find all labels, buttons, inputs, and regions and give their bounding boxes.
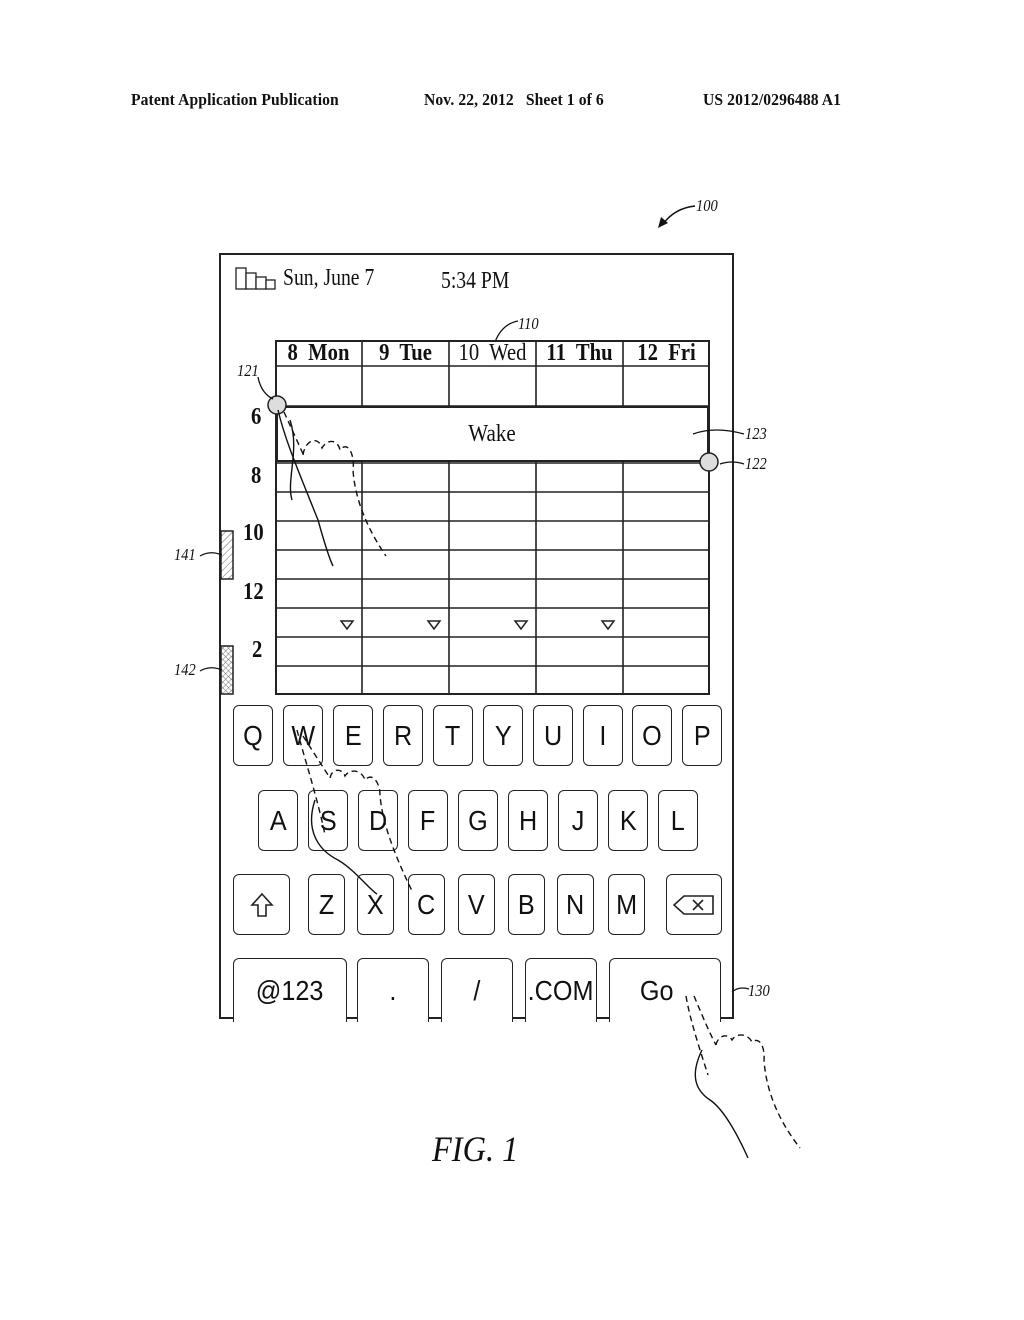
hour-label-10: 10 [243, 520, 264, 546]
key-d[interactable]: D [358, 790, 398, 851]
patent-number: US 2012/0296488 A1 [703, 90, 842, 109]
triangle-down-icon[interactable] [513, 619, 529, 631]
ref-label-110: 110 [518, 314, 539, 333]
key-a[interactable]: A [258, 790, 298, 851]
key-s[interactable]: S [308, 790, 348, 851]
hour-label-8: 8 [251, 463, 262, 489]
key-z[interactable]: Z [308, 874, 345, 935]
triangle-down-icon[interactable] [339, 619, 355, 631]
key-b[interactable]: B [508, 874, 545, 935]
key-n[interactable]: N [557, 874, 594, 935]
key-f[interactable]: F [408, 790, 448, 851]
day-header-tue[interactable]: 9 Tue [368, 340, 443, 367]
triangle-down-icon[interactable] [600, 619, 616, 631]
key-i[interactable]: I [583, 705, 623, 766]
shift-key[interactable] [233, 874, 290, 935]
backspace-icon [672, 894, 714, 915]
ref-leader-122 [719, 461, 745, 465]
calendar-gridlines [275, 340, 710, 695]
key-x[interactable]: X [357, 874, 394, 935]
ref-leader-123 [692, 429, 745, 435]
hour-label-6: 6 [251, 404, 262, 430]
key-p[interactable]: P [682, 705, 722, 766]
shift-arrow-icon [249, 892, 274, 917]
ref-label-122: 122 [745, 454, 767, 473]
date-sheet-label: Nov. 22, 2012 Sheet 1 of 6 [424, 90, 604, 109]
status-date: Sun, June 7 [283, 265, 375, 291]
hour-label-12: 12 [243, 579, 264, 605]
ref-label-123: 123 [745, 424, 767, 443]
key-l[interactable]: L [658, 790, 698, 851]
triangle-down-icon[interactable] [426, 619, 442, 631]
key-q[interactable]: Q [233, 705, 273, 766]
ref-arrow-100 [658, 205, 696, 228]
symbols-key[interactable]: @123 [233, 958, 347, 1022]
ref-leader-142 [199, 667, 223, 672]
key-m[interactable]: M [608, 874, 645, 935]
publication-label: Patent Application Publication [131, 90, 339, 109]
ref-label-130: 130 [748, 981, 770, 1000]
ref-label-142: 142 [174, 660, 196, 679]
key-t[interactable]: T [433, 705, 473, 766]
figure-label: FIG. 1 [432, 1129, 519, 1169]
key-y[interactable]: Y [483, 705, 523, 766]
go-key[interactable]: Go [609, 958, 721, 1022]
key-h[interactable]: H [508, 790, 548, 851]
event-title: Wake [468, 420, 517, 447]
status-time: 5:34 PM [441, 268, 510, 294]
slash-key[interactable]: / [441, 958, 513, 1022]
key-w[interactable]: W [283, 705, 323, 766]
day-header-fri[interactable]: 12 Fri [629, 340, 704, 367]
day-header-thu[interactable]: 11 Thu [542, 340, 617, 367]
key-r[interactable]: R [383, 705, 423, 766]
ref-leader-141 [199, 552, 223, 557]
battery-bars-icon [235, 267, 276, 290]
day-header-mon[interactable]: 8 Mon [281, 340, 356, 367]
key-e[interactable]: E [333, 705, 373, 766]
event-block-wake[interactable]: Wake [276, 406, 709, 462]
period-key[interactable]: . [357, 958, 429, 1022]
ref-label-141: 141 [174, 545, 196, 564]
dotcom-key[interactable]: .COM [525, 958, 597, 1022]
key-u[interactable]: U [533, 705, 573, 766]
backspace-key[interactable] [666, 874, 722, 935]
ref-leader-121 [257, 376, 274, 400]
ref-leader-130 [731, 987, 750, 993]
key-o[interactable]: O [632, 705, 672, 766]
day-header-wed[interactable]: 10 Wed [455, 340, 530, 367]
key-g[interactable]: G [458, 790, 498, 851]
key-k[interactable]: K [608, 790, 648, 851]
key-v[interactable]: V [458, 874, 495, 935]
hour-label-2: 2 [252, 637, 263, 663]
key-j[interactable]: J [558, 790, 598, 851]
key-c[interactable]: C [408, 874, 445, 935]
